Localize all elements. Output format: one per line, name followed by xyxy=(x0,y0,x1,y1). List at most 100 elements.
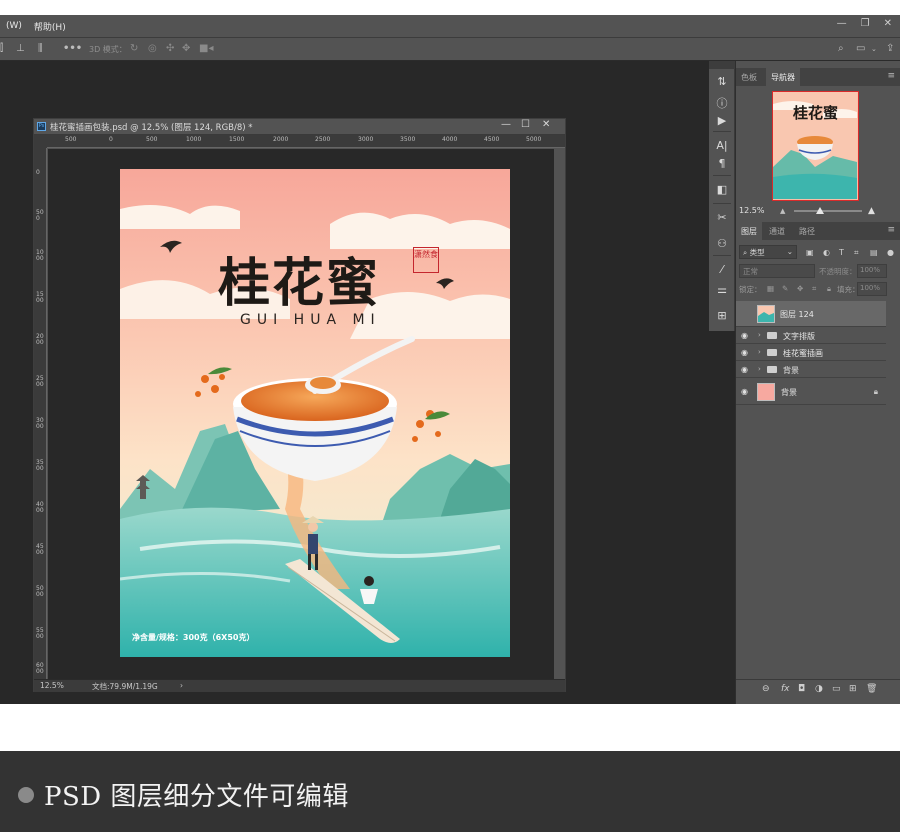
tab-paths[interactable]: 路径 xyxy=(794,222,820,240)
filter-adjustment-icon[interactable]: ◐ xyxy=(823,248,830,257)
layer-row[interactable]: 图层 124 xyxy=(736,301,886,327)
lock-pixels-icon[interactable]: ▦ xyxy=(767,284,774,293)
blend-mode-select[interactable]: 正常 xyxy=(739,264,815,278)
tab-navigator[interactable]: 导航器 xyxy=(766,68,800,86)
chevron-down-icon: ⌄ xyxy=(786,247,793,256)
ruler-label: 1000 xyxy=(186,136,202,143)
filter-type-icon[interactable]: T xyxy=(839,248,844,257)
menu-item-help[interactable]: 帮助(H) xyxy=(28,20,72,33)
filter-toggle-icon[interactable]: ● xyxy=(887,248,894,257)
paragraph-icon[interactable]: ¶ xyxy=(715,157,729,170)
align-left-icon[interactable]: ⫿ xyxy=(0,43,3,54)
layers-menu-icon[interactable]: ≡ xyxy=(887,225,895,235)
doc-maximize-button[interactable]: ☐ xyxy=(521,119,530,130)
visibility-eye-icon[interactable]: ◉ xyxy=(741,387,748,396)
minimize-button[interactable]: — xyxy=(837,18,847,29)
navigator-zoom-value[interactable]: 12.5% xyxy=(739,206,764,215)
layer-group-row[interactable]: ◉ › 桂花蜜插画 xyxy=(736,345,886,361)
add-mask-icon[interactable]: ◘ xyxy=(798,684,805,694)
panel-menu-icon[interactable]: ≡ xyxy=(887,71,895,81)
filter-pixel-icon[interactable]: ▣ xyxy=(806,248,814,257)
distribute-icon[interactable]: ⫼ xyxy=(38,43,43,54)
opacity-input[interactable]: 100% xyxy=(857,264,887,278)
zoom-slider[interactable] xyxy=(794,210,862,212)
restore-button[interactable]: ❐ xyxy=(861,18,870,29)
properties-icon[interactable]: ⊞ xyxy=(715,309,729,322)
color-wheel-icon[interactable]: ⚇ xyxy=(715,237,729,250)
visibility-eye-icon[interactable]: ◉ xyxy=(741,348,748,357)
adjustment-layer-icon[interactable]: ◑ xyxy=(815,684,823,694)
3d-camera-icon[interactable]: ■◂ xyxy=(199,43,213,54)
ruler-label: 6000 xyxy=(36,662,44,675)
zoom-level[interactable]: 12.5% xyxy=(40,681,64,690)
canvas-area[interactable]: 桂花蜜 GUI HUA MI 潇然食 净含量/规格：300克（6X50克） xyxy=(48,149,554,679)
new-layer-icon[interactable]: ⊞ xyxy=(849,684,857,694)
collapse-bar[interactable] xyxy=(709,61,735,69)
layer-thumbnail xyxy=(757,305,775,323)
ruler-label: 3500 xyxy=(400,136,416,143)
align-bottom-icon[interactable]: ⊥ xyxy=(16,43,25,54)
lock-artboard-icon[interactable]: ⌗ xyxy=(812,284,816,294)
tab-channels[interactable]: 通道 xyxy=(764,222,790,240)
3d-slide-icon[interactable]: ✥ xyxy=(182,43,190,54)
lock-all-icon[interactable]: 🔒︎ xyxy=(827,284,831,294)
chevron-right-icon[interactable]: › xyxy=(180,681,183,690)
layer-filter-select[interactable]: ⌕ 类型 ⌄ xyxy=(739,245,797,259)
navigator-thumbnail[interactable]: 桂花蜜 xyxy=(772,91,859,201)
ruler-left[interactable]: 0 500 1000 1500 2000 2500 3000 3500 4000… xyxy=(34,148,47,679)
zoom-out-icon[interactable]: ▲ xyxy=(780,207,785,215)
new-group-icon[interactable]: ▭ xyxy=(832,684,841,694)
delete-layer-icon[interactable]: 🗑︎ xyxy=(866,684,877,694)
layer-comps-icon[interactable]: ◧ xyxy=(715,183,729,196)
visibility-eye-icon[interactable]: ◉ xyxy=(741,365,748,374)
doc-close-button[interactable]: ✕ xyxy=(542,119,550,130)
tab-layers[interactable]: 图层 xyxy=(736,222,762,240)
background-layer-row[interactable]: ◉ 背景 🔒︎ xyxy=(736,379,886,405)
brush-icon[interactable]: ⁄ xyxy=(715,263,729,276)
document-info: 文档:79.9M/1.19G xyxy=(92,682,158,691)
3d-roll-icon[interactable]: ◎ xyxy=(148,43,157,54)
workspace-icon[interactable]: ▭ xyxy=(856,43,865,54)
chevron-down-icon[interactable]: ⌄ xyxy=(871,45,877,53)
artwork-canvas[interactable]: 桂花蜜 GUI HUA MI 潇然食 净含量/规格：300克（6X50克） xyxy=(120,169,510,657)
menu-item-window[interactable]: (W) xyxy=(0,21,28,31)
3d-drag-icon[interactable]: ✣ xyxy=(166,43,174,54)
adjustments-icon[interactable]: ⚌ xyxy=(715,283,729,296)
search-icon[interactable]: ⌕ xyxy=(838,43,844,54)
ruler-corner xyxy=(34,135,47,148)
lock-position-icon[interactable]: ✥ xyxy=(797,284,803,293)
info-icon[interactable]: ⓘ xyxy=(715,95,729,111)
document-window: Ps 桂花蜜插画包装.psd @ 12.5% (图层 124, RGB/8) *… xyxy=(33,118,566,692)
visibility-eye-icon[interactable]: ◉ xyxy=(741,331,748,340)
tools-icon[interactable]: ✂ xyxy=(715,211,729,224)
history-icon[interactable]: ⇅ xyxy=(715,75,729,88)
layer-group-row[interactable]: ◉ › 文字排版 xyxy=(736,328,886,344)
chevron-right-icon[interactable]: › xyxy=(758,331,761,339)
3d-rotate-icon[interactable]: ↻ xyxy=(130,43,138,54)
zoom-in-icon[interactable]: ▲ xyxy=(868,206,875,216)
filter-shape-icon[interactable]: ⌗ xyxy=(854,248,859,258)
more-options-icon[interactable]: ••• xyxy=(63,43,82,54)
ruler-top[interactable]: 500 0 500 1000 1500 2000 2500 3000 3500 … xyxy=(47,135,565,148)
lock-image-icon[interactable]: ✎ xyxy=(782,284,788,293)
play-icon[interactable]: ▶ xyxy=(715,114,729,127)
ruler-label: 4000 xyxy=(36,501,44,514)
share-icon[interactable]: ⇪ xyxy=(886,43,894,54)
bottom-white-gap xyxy=(0,704,900,751)
fx-icon[interactable]: fx xyxy=(781,684,790,694)
document-scrollbar[interactable] xyxy=(554,148,565,679)
filter-smart-icon[interactable]: ▤ xyxy=(870,248,878,257)
chevron-right-icon[interactable]: › xyxy=(758,365,761,373)
right-panels: 色板 导航器 ≡ 桂花蜜 12.5% ▲ ▲ 图层 通道 路径 ≡ ⌕ 类型 ⌄ … xyxy=(735,61,900,704)
close-button[interactable]: ✕ xyxy=(884,18,892,29)
caption-text: PSD 图层细分文件可编辑 xyxy=(44,782,349,812)
zoom-slider-handle[interactable] xyxy=(816,207,824,214)
document-tab[interactable]: Ps 桂花蜜插画包装.psd @ 12.5% (图层 124, RGB/8) *… xyxy=(34,119,565,135)
link-layers-icon[interactable]: ⊖ xyxy=(762,684,770,694)
fill-input[interactable]: 100% xyxy=(857,282,887,296)
layer-group-row[interactable]: ◉ › 背景 xyxy=(736,362,886,378)
character-icon[interactable]: A| xyxy=(715,139,729,152)
doc-minimize-button[interactable]: — xyxy=(501,119,511,130)
tab-swatches[interactable]: 色板 xyxy=(736,68,762,86)
chevron-right-icon[interactable]: › xyxy=(758,348,761,356)
